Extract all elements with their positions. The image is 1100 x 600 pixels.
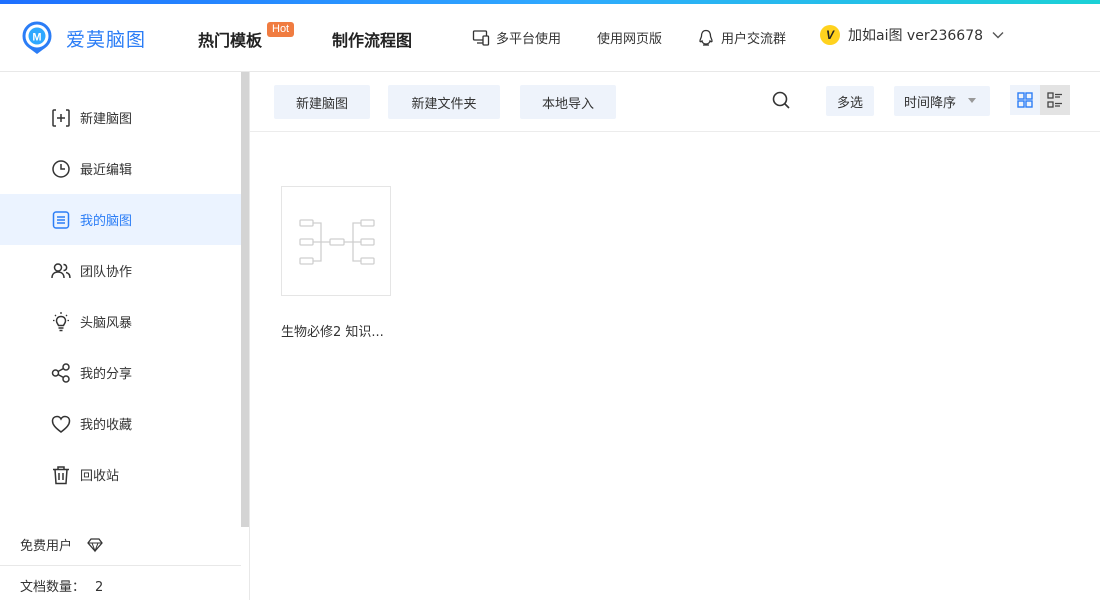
grid-icon bbox=[1017, 92, 1033, 108]
free-user-label: 免费用户 bbox=[20, 539, 73, 554]
sidebar-item-label: 团队协作 bbox=[80, 265, 133, 280]
qq-icon bbox=[699, 29, 713, 46]
sidebar-scrollbar[interactable] bbox=[241, 72, 249, 527]
new-map-button[interactable]: 新建脑图 bbox=[274, 85, 370, 119]
list-view-button[interactable] bbox=[1040, 85, 1070, 115]
sidebar-item-new-map[interactable]: 新建脑图 bbox=[0, 92, 241, 143]
diamond-icon bbox=[87, 537, 103, 552]
user-group-link[interactable]: 用户交流群 bbox=[697, 28, 786, 47]
local-import-button[interactable]: 本地导入 bbox=[520, 85, 616, 119]
multi-select-button[interactable]: 多选 bbox=[826, 86, 874, 116]
sidebar-item-label: 我的脑图 bbox=[80, 214, 133, 229]
sidebar-item-brainstorm[interactable]: 头脑风暴 bbox=[0, 296, 241, 347]
sort-dropdown[interactable]: 时间降序 bbox=[894, 86, 990, 116]
web-version-link[interactable]: 使用网页版 bbox=[597, 28, 662, 47]
search-icon[interactable] bbox=[770, 89, 792, 111]
user-name: 加如ai图 ver236678 bbox=[848, 28, 984, 44]
sidebar-item-label: 最近编辑 bbox=[80, 163, 133, 178]
new-folder-button[interactable]: 新建文件夹 bbox=[388, 85, 500, 119]
caret-down-icon bbox=[968, 98, 976, 103]
sidebar-separator bbox=[0, 565, 241, 566]
user-group-label: 用户交流群 bbox=[721, 32, 787, 47]
heart-icon bbox=[51, 415, 71, 433]
sidebar-item-label: 我的分享 bbox=[80, 367, 133, 382]
sidebar-item-label: 回收站 bbox=[80, 469, 120, 484]
web-version-label: 使用网页版 bbox=[597, 32, 663, 47]
document-title[interactable]: 生物必修2 知识... bbox=[281, 321, 384, 340]
brand-name: 爱莫脑图 bbox=[66, 28, 147, 51]
sidebar-item-team[interactable]: 团队协作 bbox=[0, 245, 241, 296]
sidebar: 新建脑图 最近编辑 我的脑图 团队协作 头脑风暴 我的分享 我的收藏 回收站 bbox=[0, 72, 241, 600]
sidebar-item-favorites[interactable]: 我的收藏 bbox=[0, 398, 241, 449]
list-icon bbox=[1047, 92, 1062, 108]
sidebar-item-label: 我的收藏 bbox=[80, 418, 133, 433]
logo-icon: M bbox=[22, 21, 52, 54]
nav-make-flowchart[interactable]: 制作流程图 bbox=[332, 27, 412, 51]
view-toggle bbox=[1010, 85, 1070, 115]
nav-hot-templates[interactable]: 热门模板 bbox=[198, 27, 262, 51]
header: M 爱莫脑图 热门模板 Hot 制作流程图 多平台使用 使用网页版 用户交流群 … bbox=[0, 4, 1100, 72]
sidebar-item-trash[interactable]: 回收站 bbox=[0, 449, 241, 500]
lightbulb-icon bbox=[53, 311, 69, 331]
sort-label: 时间降序 bbox=[904, 95, 957, 111]
document-count-label: 文档数量： bbox=[20, 580, 86, 595]
svg-text:M: M bbox=[32, 32, 41, 44]
multi-platform-label: 多平台使用 bbox=[496, 32, 562, 47]
chevron-down-icon bbox=[992, 32, 1004, 39]
share-icon bbox=[51, 362, 70, 383]
document-card[interactable] bbox=[281, 186, 391, 296]
sidebar-item-my-maps[interactable]: 我的脑图 bbox=[0, 194, 241, 245]
free-user-plan[interactable]: 免费用户 bbox=[20, 535, 104, 554]
grid-view-button[interactable] bbox=[1010, 85, 1040, 115]
toolbar: 新建脑图 新建文件夹 本地导入 多选 时间降序 bbox=[250, 72, 1100, 132]
clock-icon bbox=[52, 159, 70, 178]
multi-platform-link[interactable]: 多平台使用 bbox=[472, 28, 561, 47]
sidebar-item-recent[interactable]: 最近编辑 bbox=[0, 143, 241, 194]
sidebar-divider bbox=[249, 72, 250, 600]
document-count: 文档数量： 2 bbox=[20, 576, 103, 595]
add-box-icon bbox=[52, 108, 70, 127]
devices-icon bbox=[472, 29, 490, 46]
avatar: V bbox=[820, 25, 840, 45]
trash-icon bbox=[53, 465, 69, 484]
sidebar-item-label: 新建脑图 bbox=[80, 112, 133, 127]
hot-badge: Hot bbox=[267, 22, 295, 37]
document-list-icon bbox=[52, 210, 70, 229]
logo[interactable]: M 爱莫脑图 bbox=[20, 18, 146, 58]
team-icon bbox=[51, 262, 71, 278]
mindmap-thumbnail-icon bbox=[299, 219, 375, 265]
document-count-value: 2 bbox=[95, 580, 104, 595]
sidebar-item-my-shares[interactable]: 我的分享 bbox=[0, 347, 241, 398]
user-menu[interactable]: V 加如ai图 ver236678 bbox=[820, 25, 1005, 45]
sidebar-item-label: 头脑风暴 bbox=[80, 316, 133, 331]
